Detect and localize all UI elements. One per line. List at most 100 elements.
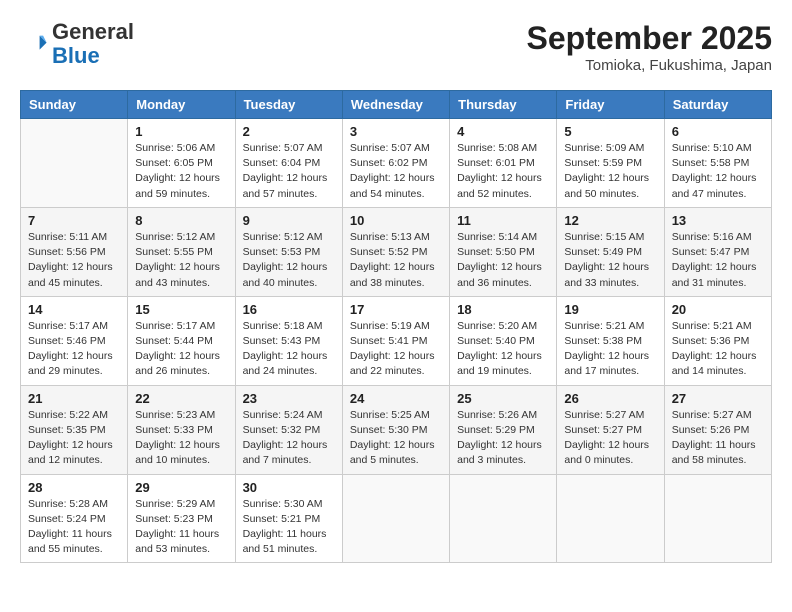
day-number: 17 [350,302,442,317]
day-number: 23 [243,391,335,406]
day-info: Sunrise: 5:12 AM Sunset: 5:55 PM Dayligh… [135,230,227,291]
day-info: Sunrise: 5:27 AM Sunset: 5:27 PM Dayligh… [564,408,656,469]
day-info: Sunrise: 5:30 AM Sunset: 5:21 PM Dayligh… [243,497,335,558]
table-row: 25Sunrise: 5:26 AM Sunset: 5:29 PM Dayli… [450,385,557,474]
day-number: 10 [350,213,442,228]
day-info: Sunrise: 5:06 AM Sunset: 6:05 PM Dayligh… [135,141,227,202]
day-number: 22 [135,391,227,406]
day-number: 11 [457,213,549,228]
day-info: Sunrise: 5:17 AM Sunset: 5:46 PM Dayligh… [28,319,120,380]
day-info: Sunrise: 5:10 AM Sunset: 5:58 PM Dayligh… [672,141,764,202]
col-sunday: Sunday [21,91,128,119]
col-wednesday: Wednesday [342,91,449,119]
table-row: 21Sunrise: 5:22 AM Sunset: 5:35 PM Dayli… [21,385,128,474]
calendar-week-row: 1 Sunrise: 5:06 AM Sunset: 6:05 PM Daylig… [21,119,772,208]
logo-text: General Blue [52,20,134,68]
table-row: 2 Sunrise: 5:07 AM Sunset: 6:04 PM Daylig… [235,119,342,208]
table-row: 30Sunrise: 5:30 AM Sunset: 5:21 PM Dayli… [235,474,342,563]
day-info: Sunrise: 5:08 AM Sunset: 6:01 PM Dayligh… [457,141,549,202]
day-info: Sunrise: 5:25 AM Sunset: 5:30 PM Dayligh… [350,408,442,469]
day-number: 6 [672,124,764,139]
logo: General Blue [20,20,134,68]
col-thursday: Thursday [450,91,557,119]
day-info: Sunrise: 5:07 AM Sunset: 6:04 PM Dayligh… [243,141,335,202]
table-row: 28 Sunrise: 5:28 AM Sunset: 5:24 PM Dayli… [21,474,128,563]
day-number: 29 [135,480,227,495]
day-number: 1 [135,124,227,139]
table-row: 3 Sunrise: 5:07 AM Sunset: 6:02 PM Daylig… [342,119,449,208]
table-row: 18Sunrise: 5:20 AM Sunset: 5:40 PM Dayli… [450,296,557,385]
day-number: 28 [28,480,120,495]
day-number: 27 [672,391,764,406]
logo-icon [20,30,48,58]
table-row: 23 Sunrise: 5:24 AM Sunset: 5:32 PM Dayli… [235,385,342,474]
title-section: September 2025 Tomioka, Fukushima, Japan [527,20,772,74]
col-friday: Friday [557,91,664,119]
day-info: Sunrise: 5:07 AM Sunset: 6:02 PM Dayligh… [350,141,442,202]
table-row: 24 Sunrise: 5:25 AM Sunset: 5:30 PM Dayli… [342,385,449,474]
table-row: 12Sunrise: 5:15 AM Sunset: 5:49 PM Dayli… [557,207,664,296]
day-number: 15 [135,302,227,317]
day-info: Sunrise: 5:14 AM Sunset: 5:50 PM Dayligh… [457,230,549,291]
day-number: 3 [350,124,442,139]
day-info: Sunrise: 5:24 AM Sunset: 5:32 PM Dayligh… [243,408,335,469]
day-info: Sunrise: 5:18 AM Sunset: 5:43 PM Dayligh… [243,319,335,380]
table-row: 6 Sunrise: 5:10 AM Sunset: 5:58 PM Daylig… [664,119,771,208]
calendar-week-row: 7 Sunrise: 5:11 AM Sunset: 5:56 PM Daylig… [21,207,772,296]
day-number: 2 [243,124,335,139]
calendar-week-row: 28 Sunrise: 5:28 AM Sunset: 5:24 PM Dayli… [21,474,772,563]
day-number: 14 [28,302,120,317]
table-row: 11 Sunrise: 5:14 AM Sunset: 5:50 PM Dayli… [450,207,557,296]
day-info: Sunrise: 5:13 AM Sunset: 5:52 PM Dayligh… [350,230,442,291]
day-info: Sunrise: 5:19 AM Sunset: 5:41 PM Dayligh… [350,319,442,380]
table-row: 15Sunrise: 5:17 AM Sunset: 5:44 PM Dayli… [128,296,235,385]
table-row [557,474,664,563]
day-number: 4 [457,124,549,139]
day-number: 19 [564,302,656,317]
day-number: 8 [135,213,227,228]
col-saturday: Saturday [664,91,771,119]
day-info: Sunrise: 5:26 AM Sunset: 5:29 PM Dayligh… [457,408,549,469]
table-row: 8 Sunrise: 5:12 AM Sunset: 5:55 PM Daylig… [128,207,235,296]
day-number: 24 [350,391,442,406]
day-info: Sunrise: 5:09 AM Sunset: 5:59 PM Dayligh… [564,141,656,202]
table-row: 10 Sunrise: 5:13 AM Sunset: 5:52 PM Dayli… [342,207,449,296]
day-info: Sunrise: 5:21 AM Sunset: 5:38 PM Dayligh… [564,319,656,380]
col-monday: Monday [128,91,235,119]
col-tuesday: Tuesday [235,91,342,119]
calendar-week-row: 14 Sunrise: 5:17 AM Sunset: 5:46 PM Dayli… [21,296,772,385]
table-row: 4 Sunrise: 5:08 AM Sunset: 6:01 PM Daylig… [450,119,557,208]
table-row [342,474,449,563]
day-info: Sunrise: 5:28 AM Sunset: 5:24 PM Dayligh… [28,497,120,558]
table-row: 14 Sunrise: 5:17 AM Sunset: 5:46 PM Dayli… [21,296,128,385]
table-row [450,474,557,563]
day-number: 5 [564,124,656,139]
table-row: 20Sunrise: 5:21 AM Sunset: 5:36 PM Dayli… [664,296,771,385]
table-row: 19 Sunrise: 5:21 AM Sunset: 5:38 PM Dayli… [557,296,664,385]
day-info: Sunrise: 5:23 AM Sunset: 5:33 PM Dayligh… [135,408,227,469]
day-info: Sunrise: 5:15 AM Sunset: 5:49 PM Dayligh… [564,230,656,291]
table-row: 1 Sunrise: 5:06 AM Sunset: 6:05 PM Daylig… [128,119,235,208]
table-row: 27Sunrise: 5:27 AM Sunset: 5:26 PM Dayli… [664,385,771,474]
day-number: 16 [243,302,335,317]
table-row: 17 Sunrise: 5:19 AM Sunset: 5:41 PM Dayli… [342,296,449,385]
location-title: Tomioka, Fukushima, Japan [527,57,772,74]
day-number: 26 [564,391,656,406]
table-row: 29 Sunrise: 5:29 AM Sunset: 5:23 PM Dayli… [128,474,235,563]
day-number: 18 [457,302,549,317]
page-header: General Blue September 2025 Tomioka, Fuk… [20,20,772,74]
day-info: Sunrise: 5:29 AM Sunset: 5:23 PM Dayligh… [135,497,227,558]
day-number: 9 [243,213,335,228]
day-info: Sunrise: 5:11 AM Sunset: 5:56 PM Dayligh… [28,230,120,291]
day-info: Sunrise: 5:12 AM Sunset: 5:53 PM Dayligh… [243,230,335,291]
table-row: 9 Sunrise: 5:12 AM Sunset: 5:53 PM Daylig… [235,207,342,296]
day-info: Sunrise: 5:16 AM Sunset: 5:47 PM Dayligh… [672,230,764,291]
day-number: 7 [28,213,120,228]
table-row: 22 Sunrise: 5:23 AM Sunset: 5:33 PM Dayli… [128,385,235,474]
logo-general: General [52,19,134,44]
day-number: 13 [672,213,764,228]
logo-blue: Blue [52,43,100,68]
calendar-header-row: Sunday Monday Tuesday Wednesday Thursday… [21,91,772,119]
day-number: 20 [672,302,764,317]
table-row: 26 Sunrise: 5:27 AM Sunset: 5:27 PM Dayli… [557,385,664,474]
